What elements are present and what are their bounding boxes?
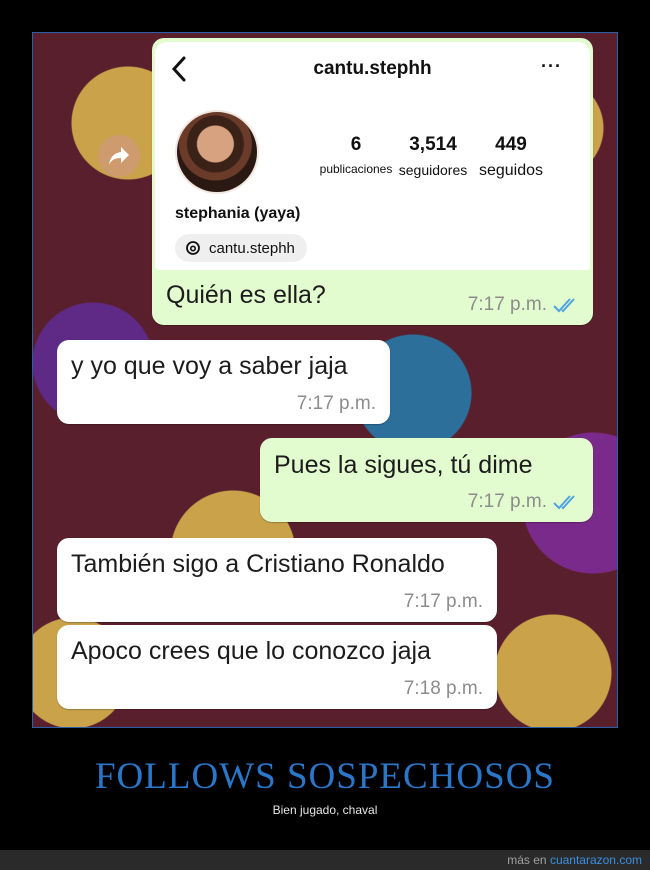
more-options-icon[interactable]: ··· [541,56,562,77]
footer-prefix: más en [507,853,547,867]
incoming-message-bubble[interactable]: y yo que voy a saber jaja 7:17 p.m. [57,340,390,424]
threads-icon [186,241,200,255]
message-text: y yo que voy a saber jaja [71,352,348,380]
message-meta: 7:17 p.m. [297,393,376,415]
message-meta: 7:17 p.m. [404,591,483,613]
avatar[interactable] [175,110,259,194]
site-link[interactable]: cuantarazon.com [550,853,642,867]
stat-value: 3,514 [409,134,457,155]
message-meta: 7:18 p.m. [404,678,483,700]
stat-label: publicaciones [319,162,393,176]
message-text: También sigo a Cristiano Ronaldo [71,550,445,578]
message-text: Pues la sigues, tú dime [274,451,533,479]
stat-label: seguidores [398,162,468,178]
stat-value: 449 [495,134,527,155]
profile-username: cantu.stephh [313,58,432,79]
stat-label: seguidos [478,162,544,179]
message-time: 7:17 p.m. [467,491,547,512]
incoming-message-bubble[interactable]: Apoco crees que lo conozco jaja 7:18 p.m… [57,625,497,709]
post-title: FOLLOWS SOSPECHOSOS [94,756,556,797]
message-meta: 7:17 p.m. [468,491,579,513]
forward-button[interactable] [98,135,140,177]
message-time: 7:17 p.m. [296,393,376,414]
stat-following[interactable]: 449 seguidos [473,134,549,180]
incoming-message-bubble[interactable]: También sigo a Cristiano Ronaldo 7:17 p.… [57,538,497,622]
share-arrow-icon [109,147,129,165]
site-footer: más en cuantarazon.com [0,850,650,870]
double-check-icon [553,495,575,510]
profile-display-name: stephania (yaya) [175,205,301,222]
stat-value: 6 [350,134,362,155]
outgoing-message-bubble[interactable]: Pues la sigues, tú dime 7:17 p.m. [260,438,593,522]
message-text: Apoco crees que lo conozco jaja [71,637,431,665]
stat-followers[interactable]: 3,514 seguidores [397,134,469,178]
message-time: 7:17 p.m. [467,294,547,315]
instagram-profile-card[interactable]: cantu.stephh ··· 6 publicaciones 3,514 s… [155,42,590,270]
message-meta: 7:17 p.m. [468,294,579,316]
post-subtitle: Bien jugado, chaval [272,803,378,817]
threads-handle: cantu.stephh [209,239,295,257]
threads-badge[interactable]: cantu.stephh [175,234,307,262]
message-time: 7:18 p.m. [403,678,483,699]
message-text: Quién es ella? [166,281,326,309]
message-time: 7:17 p.m. [403,591,483,612]
stat-posts[interactable]: 6 publicaciones [315,134,397,176]
double-check-icon [553,298,575,313]
